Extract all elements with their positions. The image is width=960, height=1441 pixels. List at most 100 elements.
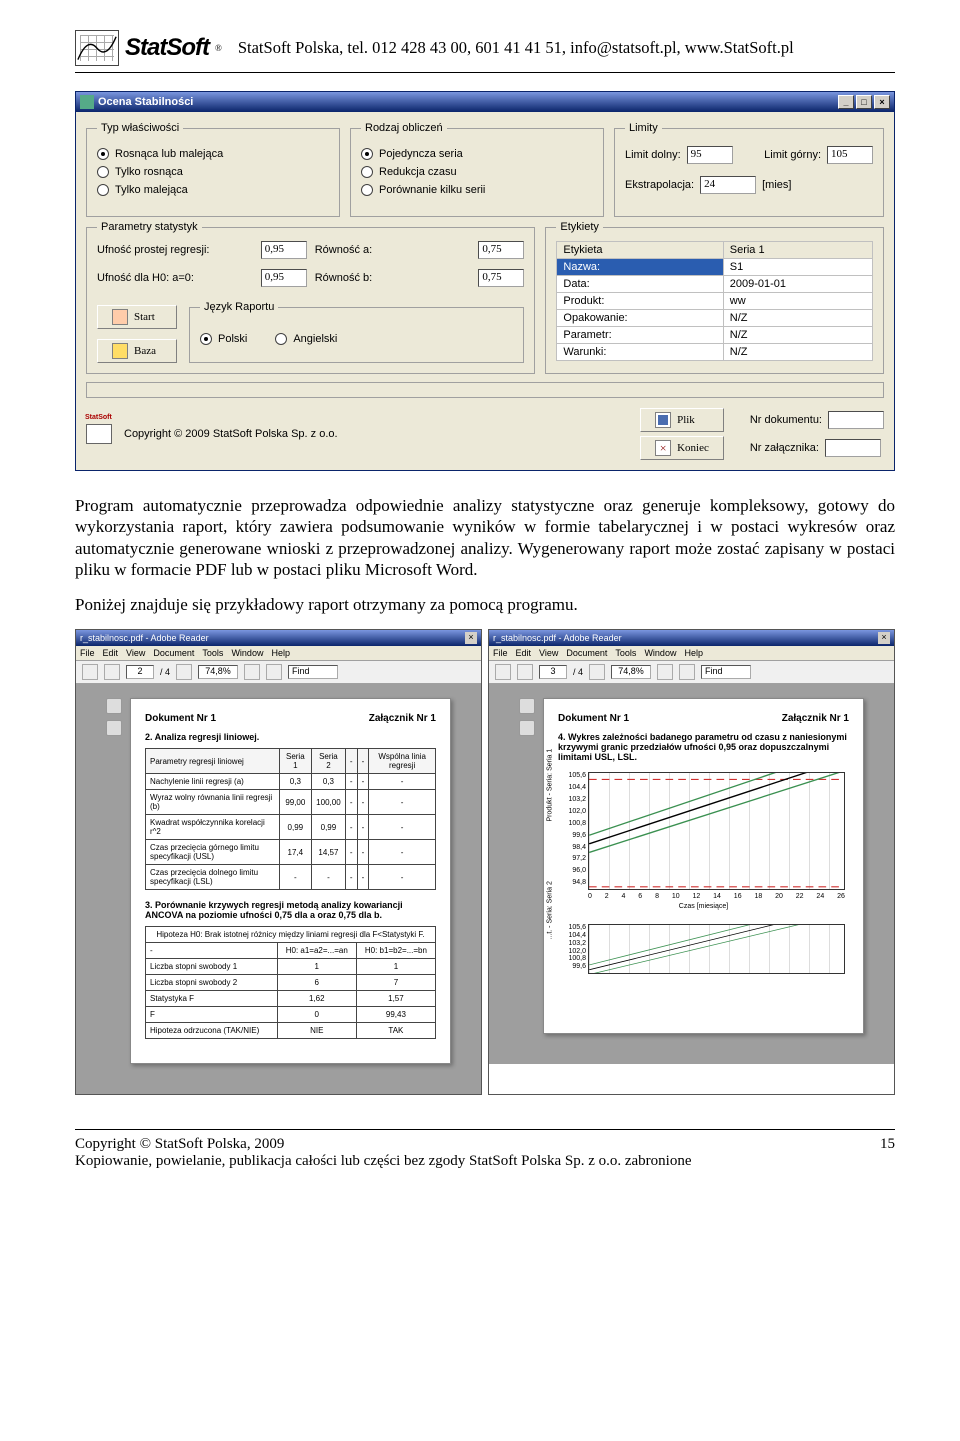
- page-input[interactable]: 3: [539, 665, 567, 679]
- eq-b-input[interactable]: 0,75: [478, 269, 524, 287]
- pdf-titlebar: r_stabilnosc.pdf - Adobe Reader ×: [76, 630, 481, 646]
- group-type: Typ właściwości Rosnąca lub malejąca Tyl…: [86, 122, 340, 217]
- group-labels: Etykiety EtykietaSeria 1 Nazwa:S1 Data:2…: [545, 221, 884, 374]
- page-footer: Copyright © StatSoft Polska, 2009 Kopiow…: [75, 1129, 895, 1170]
- page-down-icon[interactable]: [589, 664, 605, 680]
- att-num-input[interactable]: [825, 439, 881, 457]
- menu-item[interactable]: Help: [684, 648, 703, 658]
- table-row: Opakowanie:N/Z: [557, 310, 873, 327]
- zoom-input[interactable]: 74,8%: [198, 665, 238, 679]
- eq-b-label: Równość b:: [315, 272, 471, 284]
- close-button[interactable]: ×: [874, 95, 890, 109]
- conf-h0-input[interactable]: 0,95: [261, 269, 307, 287]
- print-icon[interactable]: [495, 664, 511, 680]
- doc-num-label: Nr dokumentu:: [750, 414, 822, 426]
- tool-icon[interactable]: [679, 664, 695, 680]
- file-button[interactable]: Plik: [640, 408, 724, 432]
- start-button[interactable]: Start: [97, 305, 177, 329]
- extrap-input[interactable]: 24: [700, 176, 756, 194]
- menu-item[interactable]: Window: [231, 648, 263, 658]
- pdf-titlebar: r_stabilnosc.pdf - Adobe Reader ×: [489, 630, 894, 646]
- page-up-icon[interactable]: [104, 664, 120, 680]
- page-input[interactable]: 2: [126, 665, 154, 679]
- tool-icon[interactable]: [266, 664, 282, 680]
- menu-item[interactable]: Edit: [103, 648, 119, 658]
- group-limits-legend: Limity: [625, 122, 662, 134]
- chart-series-2: 105,6104,4103,2102,0100,899,6...t. - Ser…: [558, 920, 849, 992]
- zoom-icon[interactable]: [244, 664, 260, 680]
- radio-icon: [361, 166, 373, 178]
- section-4: 4. Wykres zależności badanego parametru …: [558, 732, 849, 762]
- conf-reg-input[interactable]: 0,95: [261, 241, 307, 259]
- radio-icon: [361, 148, 373, 160]
- extrap-unit: [mies]: [762, 179, 791, 191]
- status-bar: [86, 382, 884, 398]
- low-limit-label: Limit dolny:: [625, 149, 681, 161]
- end-button[interactable]: Koniec: [640, 436, 724, 460]
- radio-icon: [97, 166, 109, 178]
- menu-item[interactable]: File: [80, 648, 95, 658]
- pdf-menu[interactable]: File Edit View Document Tools Window Help: [489, 646, 894, 661]
- labels-table[interactable]: EtykietaSeria 1 Nazwa:S1 Data:2009-01-01…: [556, 241, 873, 361]
- group-labels-legend: Etykiety: [556, 221, 603, 233]
- table-row: Data:2009-01-01: [557, 276, 873, 293]
- pdf-title-text: r_stabilnosc.pdf - Adobe Reader: [80, 633, 209, 643]
- low-limit-input[interactable]: 95: [687, 146, 733, 164]
- base-button[interactable]: Baza: [97, 339, 177, 363]
- menu-item[interactable]: Window: [644, 648, 676, 658]
- zoom-icon[interactable]: [657, 664, 673, 680]
- maximize-button[interactable]: □: [856, 95, 872, 109]
- menu-item[interactable]: Tools: [202, 648, 223, 658]
- radio-rising-falling[interactable]: Rosnąca lub malejąca: [97, 148, 329, 160]
- menu-item[interactable]: Document: [566, 648, 607, 658]
- high-limit-input[interactable]: 105: [827, 146, 873, 164]
- pdf-close-icon[interactable]: ×: [465, 632, 477, 644]
- doc-num-input[interactable]: [828, 411, 884, 429]
- pdf-toolbar[interactable]: 2 / 4 74,8% Find: [76, 661, 481, 684]
- group-calc: Rodzaj obliczeń Pojedyncza seria Redukcj…: [350, 122, 604, 217]
- logo-graph-icon: [75, 30, 119, 66]
- radio-single-series[interactable]: Pojedyncza seria: [361, 148, 593, 160]
- menu-item[interactable]: File: [493, 648, 508, 658]
- pdf-menu[interactable]: File Edit View Document Tools Window Help: [76, 646, 481, 661]
- menu-item[interactable]: Tools: [615, 648, 636, 658]
- group-stats-legend: Parametry statystyk: [97, 221, 202, 233]
- attachment-number: Załącznik Nr 1: [782, 713, 849, 724]
- menu-item[interactable]: Help: [271, 648, 290, 658]
- page-down-icon[interactable]: [176, 664, 192, 680]
- menu-item[interactable]: Edit: [516, 648, 532, 658]
- print-icon[interactable]: [82, 664, 98, 680]
- pdf-close-icon[interactable]: ×: [878, 632, 890, 644]
- radio-icon: [97, 148, 109, 160]
- radio-compare-series[interactable]: Porównanie kilku serii: [361, 184, 593, 196]
- thumbnails-icon[interactable]: [519, 698, 535, 714]
- conf-h0-label: Ufność dla H0: a=0:: [97, 272, 253, 284]
- eq-a-input[interactable]: 0,75: [478, 241, 524, 259]
- pdf-window-left: r_stabilnosc.pdf - Adobe Reader × File Ed…: [75, 629, 482, 1095]
- menu-item[interactable]: View: [539, 648, 558, 658]
- doc-number: Dokument Nr 1: [145, 713, 216, 724]
- paragraph-1: Program automatycznie przeprowadza odpow…: [75, 495, 895, 580]
- menu-item[interactable]: Document: [153, 648, 194, 658]
- table-row: Produkt:ww: [557, 293, 873, 310]
- zoom-input[interactable]: 74,8%: [611, 665, 651, 679]
- menu-item[interactable]: View: [126, 648, 145, 658]
- extrap-label: Ekstrapolacja:: [625, 179, 694, 191]
- att-num-label: Nr załącznika:: [750, 442, 819, 454]
- header-contact: StatSoft Polska, tel. 012 428 43 00, 601…: [238, 38, 794, 58]
- radio-english[interactable]: Angielski: [275, 333, 337, 345]
- minimize-button[interactable]: _: [838, 95, 854, 109]
- footer-copyright: Copyright © StatSoft Polska, 2009: [75, 1136, 692, 1153]
- attachments-icon[interactable]: [519, 720, 535, 736]
- find-input[interactable]: Find: [701, 665, 751, 679]
- radio-falling[interactable]: Tylko malejąca: [97, 184, 329, 196]
- pdf-toolbar[interactable]: 3 / 4 74,8% Find: [489, 661, 894, 684]
- radio-rising[interactable]: Tylko rosnąca: [97, 166, 329, 178]
- section-2: 2. Analiza regresji liniowej.: [145, 732, 436, 742]
- find-input[interactable]: Find: [288, 665, 338, 679]
- radio-time-reduction[interactable]: Redukcja czasu: [361, 166, 593, 178]
- attachments-icon[interactable]: [106, 720, 122, 736]
- thumbnails-icon[interactable]: [106, 698, 122, 714]
- page-up-icon[interactable]: [517, 664, 533, 680]
- radio-polish[interactable]: Polski: [200, 333, 247, 345]
